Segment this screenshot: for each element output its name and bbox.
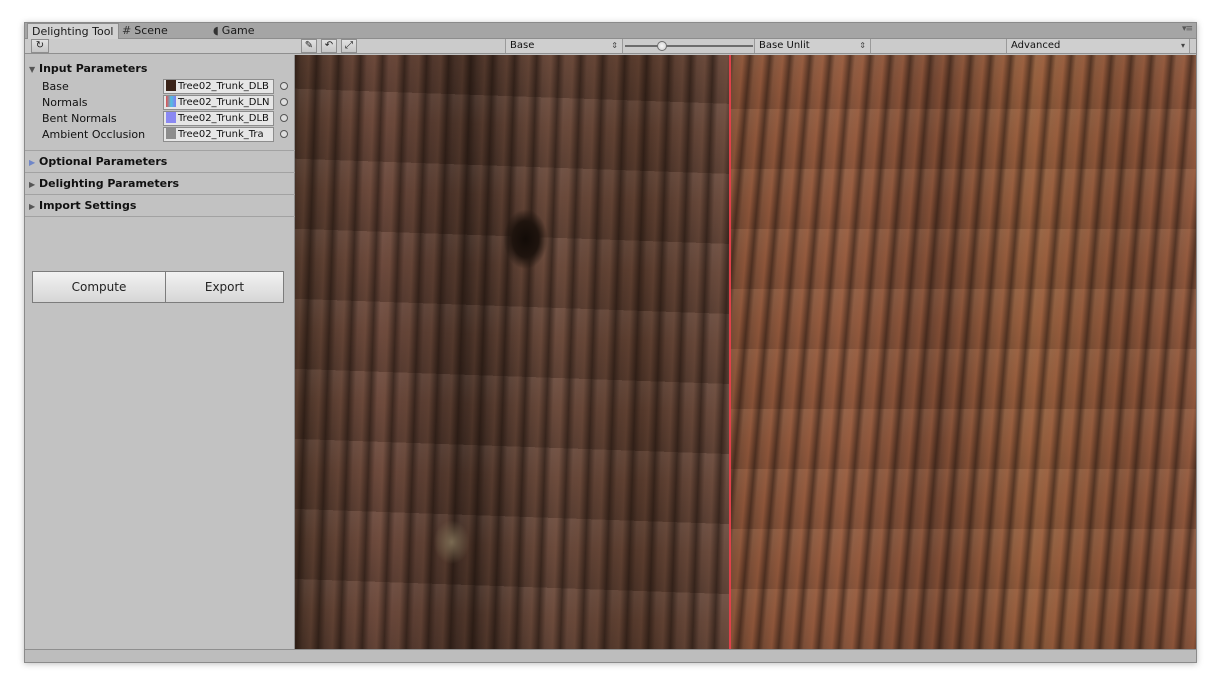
left-view-value: Base [510,40,535,51]
eyedropper-icon: ✎ [304,40,314,51]
fit-view-button[interactable]: ⤢ [341,39,357,53]
delighting-parameters-header[interactable]: ▶ Delighting Parameters [25,173,295,195]
param-label: Ambient Occlusion [42,128,146,141]
foldout-collapsed-icon: ▶ [29,180,36,189]
param-row-ambient-occlusion: Ambient Occlusion Tree02_Trunk_Tra [25,127,295,143]
input-parameters-header[interactable]: ▼ Input Parameters [25,59,295,79]
tab-scene[interactable]: # Scene [118,23,172,39]
object-picker-icon[interactable] [280,82,288,90]
section-title: Optional Parameters [39,155,168,168]
foldout-collapsed-icon: ▶ [29,158,36,167]
compute-label: Compute [71,280,127,294]
mode-dropdown[interactable]: Advanced ▾ [1006,39,1190,53]
section-title: Input Parameters [39,62,148,75]
parameters-panel: ▼ Input Parameters Base Tree02_Trunk_DLB … [25,55,295,649]
tab-label: Delighting Tool [32,25,114,38]
object-picker-icon[interactable] [280,98,288,106]
texture-thumbnail [166,80,176,91]
texture-thumbnail [166,112,176,123]
base-texture-preview [295,55,730,649]
dropdown-arrow-icon: ⇕ [611,41,618,50]
game-pacman-icon: ◖ [213,24,219,37]
compare-split-handle[interactable] [729,55,731,649]
texture-name: Tree02_Trunk_DLB [178,81,269,92]
param-label: Normals [42,96,88,109]
section-title: Delighting Parameters [39,177,180,190]
tab-game[interactable]: ◖ Game [209,23,259,39]
texture-name: Tree02_Trunk_DLN [178,97,270,108]
param-row-normals: Normals Tree02_Trunk_DLN [25,95,295,111]
undo-icon: ↶ [324,40,334,51]
param-label: Bent Normals [42,112,117,125]
scene-grid-icon: # [122,24,132,37]
base-unlit-texture-preview [730,55,1196,649]
undo-button[interactable]: ↶ [321,39,337,53]
delighting-tool-window: Delighting Tool # Scene ◖ Game ▾≡ ↻ ✎ ↶ ⤢ … [24,22,1197,663]
refresh-button[interactable]: ↻ [31,39,49,53]
status-bar [25,649,1196,662]
tab-bar: Delighting Tool # Scene ◖ Game ▾≡ [25,23,1196,40]
toolbar: ↻ ✎ ↶ ⤢ Base ⇕ Base Unlit ⇕ Advanced ▾ [25,39,1196,54]
export-label: Export [204,280,245,294]
dropdown-arrow-icon: ⇕ [859,41,866,50]
right-view-value: Base Unlit [759,40,810,51]
tab-label: Game [221,24,255,37]
import-settings-header[interactable]: ▶ Import Settings [25,195,295,217]
eyedropper-button[interactable]: ✎ [301,39,317,53]
right-view-dropdown[interactable]: Base Unlit ⇕ [754,39,871,53]
compare-slider-track[interactable] [625,45,753,47]
section-title: Import Settings [39,199,137,212]
object-picker-icon[interactable] [280,130,288,138]
param-row-base: Base Tree02_Trunk_DLB [25,79,295,95]
dropdown-arrow-icon: ▾ [1180,41,1185,50]
base-texture-field[interactable]: Tree02_Trunk_DLB [163,79,274,94]
texture-compare-viewport[interactable] [295,55,1196,649]
foldout-collapsed-icon: ▶ [29,202,36,211]
compute-button[interactable]: Compute [32,271,166,303]
compare-slider-thumb[interactable] [657,41,667,51]
object-picker-icon[interactable] [280,114,288,122]
tab-delighting-tool[interactable]: Delighting Tool [27,23,119,40]
texture-thumbnail [166,96,176,107]
optional-parameters-header[interactable]: ▶ Optional Parameters [25,151,295,173]
param-row-bent-normals: Bent Normals Tree02_Trunk_DLB [25,111,295,127]
texture-name: Tree02_Trunk_Tra [178,129,264,140]
texture-name: Tree02_Trunk_DLB [178,113,269,124]
ambient-occlusion-texture-field[interactable]: Tree02_Trunk_Tra [163,127,274,142]
param-label: Base [42,80,69,93]
normals-texture-field[interactable]: Tree02_Trunk_DLN [163,95,274,110]
foldout-expanded-icon: ▼ [29,65,36,74]
mode-value: Advanced [1011,40,1061,51]
bent-normals-texture-field[interactable]: Tree02_Trunk_DLB [163,111,274,126]
texture-thumbnail [166,128,176,139]
expand-icon: ⤢ [345,40,353,51]
window-menu-icon[interactable]: ▾≡ [1182,24,1193,34]
export-button[interactable]: Export [165,271,284,303]
left-view-dropdown[interactable]: Base ⇕ [505,39,623,53]
tab-label: Scene [134,24,168,37]
refresh-icon: ↻ [35,40,45,51]
